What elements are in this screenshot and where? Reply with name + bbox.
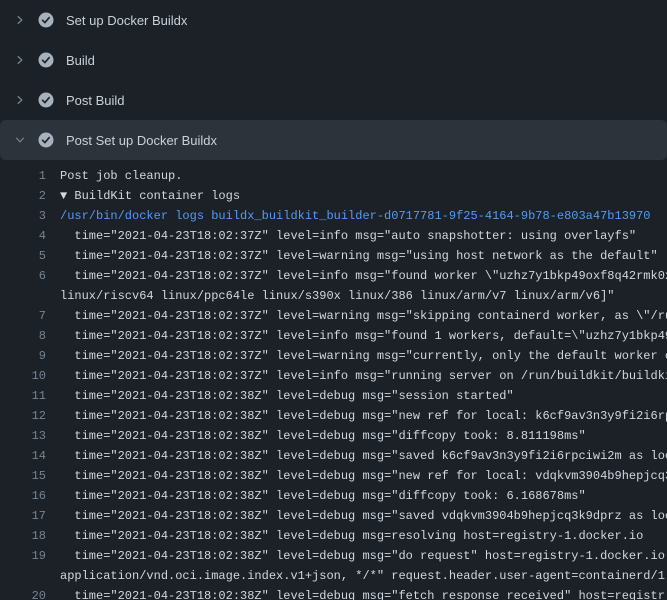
log-line-number[interactable]: 18 bbox=[12, 526, 46, 546]
log-line: 9 time="2021-04-23T18:02:37Z" level=warn… bbox=[12, 346, 667, 366]
log-line: 7 time="2021-04-23T18:02:37Z" level=warn… bbox=[12, 306, 667, 326]
step-label: Set up Docker Buildx bbox=[66, 13, 187, 28]
step-label: Post Build bbox=[66, 93, 125, 108]
log-line-number[interactable]: 4 bbox=[12, 226, 46, 246]
log-text: time="2021-04-23T18:02:38Z" level=debug … bbox=[60, 386, 514, 406]
log-text: time="2021-04-23T18:02:37Z" level=warnin… bbox=[60, 306, 667, 326]
log-text: Post job cleanup. bbox=[60, 166, 182, 186]
log-text: time="2021-04-23T18:02:38Z" level=debug … bbox=[60, 586, 665, 600]
log-line-number[interactable]: 16 bbox=[12, 486, 46, 506]
check-circle-icon bbox=[38, 52, 54, 68]
log-line: 18 time="2021-04-23T18:02:38Z" level=deb… bbox=[12, 526, 667, 546]
log-line-number[interactable]: 3 bbox=[12, 206, 46, 226]
log-line: 16 time="2021-04-23T18:02:38Z" level=deb… bbox=[12, 486, 667, 506]
log-text: time="2021-04-23T18:02:37Z" level=info m… bbox=[60, 266, 667, 286]
log-line-number[interactable]: 15 bbox=[12, 466, 46, 486]
log-line-number[interactable]: 12 bbox=[12, 406, 46, 426]
log-line: linux/riscv64 linux/ppc64le linux/s390x … bbox=[12, 286, 667, 306]
check-circle-icon bbox=[38, 12, 54, 28]
log-container: 1 Post job cleanup. 2 ▼ BuildKit container … bbox=[0, 160, 667, 600]
log-line-number[interactable]: 1 bbox=[12, 166, 46, 186]
actions-log-viewer: Set up Docker Buildx Build Post Build Post … bbox=[0, 0, 667, 600]
log-text: time="2021-04-23T18:02:37Z" level=warnin… bbox=[60, 246, 658, 266]
log-line: 11 time="2021-04-23T18:02:38Z" level=deb… bbox=[12, 386, 667, 406]
log-line: 3/usr/bin/docker logs buildx_buildkit_bu… bbox=[12, 206, 667, 226]
log-line-number[interactable]: 20 bbox=[12, 586, 46, 600]
step-label: Post Set up Docker Buildx bbox=[66, 133, 217, 148]
log-text: time="2021-04-23T18:02:38Z" level=debug … bbox=[60, 546, 667, 566]
log-line-number[interactable]: 11 bbox=[12, 386, 46, 406]
log-line-number[interactable]: 6 bbox=[12, 266, 46, 286]
check-circle-icon bbox=[38, 92, 54, 108]
log-line: application/vnd.oci.image.index.v1+json,… bbox=[12, 566, 667, 586]
chevron-down-icon[interactable] bbox=[12, 132, 28, 148]
step-row-post-build[interactable]: Post Build bbox=[0, 80, 667, 120]
log-line-number[interactable]: 9 bbox=[12, 346, 46, 366]
group-label: BuildKit container logs bbox=[74, 189, 240, 203]
log-line: 10 time="2021-04-23T18:02:37Z" level=inf… bbox=[12, 366, 667, 386]
step-label: Build bbox=[66, 53, 95, 68]
step-row-set-up-docker-buildx[interactable]: Set up Docker Buildx bbox=[0, 0, 667, 40]
log-command-text: /usr/bin/docker logs buildx_buildkit_bui… bbox=[60, 206, 651, 226]
log-line-number bbox=[12, 286, 46, 306]
log-text: time="2021-04-23T18:02:38Z" level=debug … bbox=[60, 506, 667, 526]
log-text: time="2021-04-23T18:02:37Z" level=info m… bbox=[60, 366, 667, 386]
steps-list: Set up Docker Buildx Build Post Build Post … bbox=[0, 0, 667, 160]
log-line: 12 time="2021-04-23T18:02:38Z" level=deb… bbox=[12, 406, 667, 426]
log-line: 1 Post job cleanup. bbox=[12, 166, 667, 186]
log-text: time="2021-04-23T18:02:38Z" level=debug … bbox=[60, 486, 586, 506]
log-text: time="2021-04-23T18:02:37Z" level=info m… bbox=[60, 326, 667, 346]
log-line: 8 time="2021-04-23T18:02:37Z" level=info… bbox=[12, 326, 667, 346]
step-row-build[interactable]: Build bbox=[0, 40, 667, 80]
log-line-number bbox=[12, 566, 46, 586]
log-line-number[interactable]: 13 bbox=[12, 426, 46, 446]
log-line-number[interactable]: 19 bbox=[12, 546, 46, 566]
log-text: time="2021-04-23T18:02:37Z" level=info m… bbox=[60, 226, 636, 246]
check-circle-icon bbox=[38, 132, 54, 148]
log-text: time="2021-04-23T18:02:38Z" level=debug … bbox=[60, 466, 667, 486]
log-text: time="2021-04-23T18:02:37Z" level=warnin… bbox=[60, 346, 667, 366]
group-toggle-icon[interactable]: ▼ bbox=[60, 189, 74, 203]
log-text: linux/riscv64 linux/ppc64le linux/s390x … bbox=[60, 286, 615, 306]
log-text: application/vnd.oci.image.index.v1+json,… bbox=[60, 566, 667, 586]
log-line-number[interactable]: 10 bbox=[12, 366, 46, 386]
log-line: 20 time="2021-04-23T18:02:38Z" level=deb… bbox=[12, 586, 667, 600]
log-line-number[interactable]: 14 bbox=[12, 446, 46, 466]
log-line: 6 time="2021-04-23T18:02:37Z" level=info… bbox=[12, 266, 667, 286]
chevron-right-icon[interactable] bbox=[12, 92, 28, 108]
log-line: 2 ▼ BuildKit container logs bbox=[12, 186, 667, 206]
log-text: time="2021-04-23T18:02:38Z" level=debug … bbox=[60, 526, 643, 546]
log-text: time="2021-04-23T18:02:38Z" level=debug … bbox=[60, 426, 586, 446]
log-line: 15 time="2021-04-23T18:02:38Z" level=deb… bbox=[12, 466, 667, 486]
log-line-number[interactable]: 17 bbox=[12, 506, 46, 526]
log-line: 5 time="2021-04-23T18:02:37Z" level=warn… bbox=[12, 246, 667, 266]
log-text: time="2021-04-23T18:02:38Z" level=debug … bbox=[60, 446, 667, 466]
log-line-number[interactable]: 8 bbox=[12, 326, 46, 346]
log-text: time="2021-04-23T18:02:38Z" level=debug … bbox=[60, 406, 667, 426]
log-line-number[interactable]: 2 bbox=[12, 186, 46, 206]
log-line-number[interactable]: 5 bbox=[12, 246, 46, 266]
log-line: 19 time="2021-04-23T18:02:38Z" level=deb… bbox=[12, 546, 667, 566]
chevron-right-icon[interactable] bbox=[12, 12, 28, 28]
log-line: 4 time="2021-04-23T18:02:37Z" level=info… bbox=[12, 226, 667, 246]
log-group-line: ▼ BuildKit container logs bbox=[60, 186, 240, 206]
chevron-right-icon[interactable] bbox=[12, 52, 28, 68]
log-line-number[interactable]: 7 bbox=[12, 306, 46, 326]
log-line: 17 time="2021-04-23T18:02:38Z" level=deb… bbox=[12, 506, 667, 526]
log-line: 14 time="2021-04-23T18:02:38Z" level=deb… bbox=[12, 446, 667, 466]
log-line: 13 time="2021-04-23T18:02:38Z" level=deb… bbox=[12, 426, 667, 446]
step-row-post-set-up-docker-buildx[interactable]: Post Set up Docker Buildx bbox=[0, 120, 667, 160]
